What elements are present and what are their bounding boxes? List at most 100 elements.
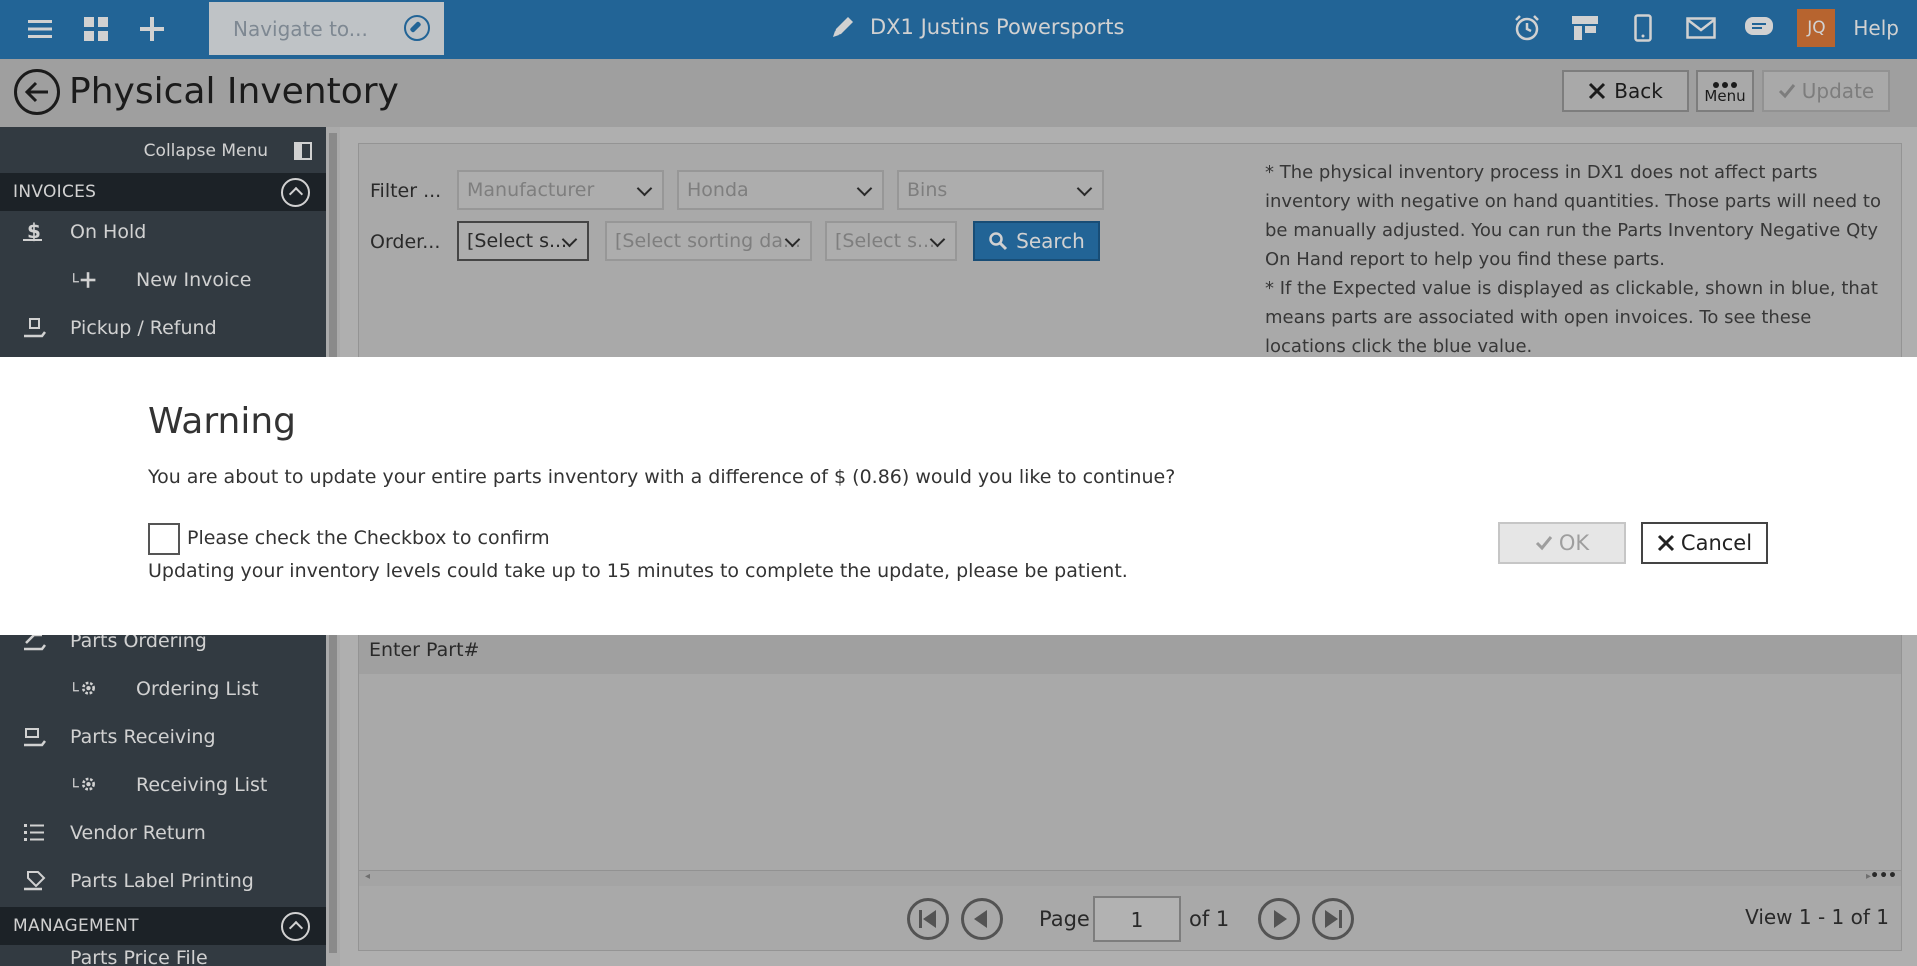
list-icon (24, 824, 44, 841)
page-label: Page (1039, 907, 1090, 931)
sidebar-item-label: On Hold (70, 221, 147, 243)
menu-button[interactable]: Menu (1696, 70, 1754, 112)
sidebar-item-on-hold[interactable]: $ On Hold (0, 212, 326, 252)
collapse-panel-icon (294, 142, 312, 160)
collapse-menu-button[interactable]: Collapse Menu (144, 141, 312, 161)
confirm-checkbox[interactable] (148, 523, 180, 555)
sidebar-item-ordering-list[interactable]: Ordering List (0, 669, 326, 709)
checkmark-icon (1778, 84, 1795, 99)
notice-line-1: * The physical inventory process in DX1 … (1265, 162, 1881, 270)
sidebar-item-label: New Invoice (136, 269, 252, 291)
help-link[interactable]: Help (1853, 16, 1899, 40)
section-invoices[interactable]: INVOICES (0, 173, 326, 211)
scroll-left-icon[interactable]: ◂ (365, 871, 370, 882)
collapse-up-icon[interactable] (281, 178, 310, 207)
dialog-message: You are about to update your entire part… (148, 466, 1176, 488)
page-header: Physical Inventory Back Menu Update (0, 59, 1917, 127)
chat-bubble-icon[interactable] (1739, 8, 1779, 48)
first-page-icon[interactable] (907, 898, 949, 940)
sidebar-item-receiving-list[interactable]: Receiving List (0, 765, 326, 805)
order-select-2-value: [Select sorting da... (615, 230, 802, 252)
top-bar: Navigate to... DX1 Justins Powersports J… (0, 0, 1917, 59)
order-select-1-value: [Select s... (467, 230, 568, 252)
next-page-icon[interactable] (1258, 898, 1300, 940)
search-button[interactable]: Search (973, 221, 1100, 261)
menu-button-label: Menu (1704, 87, 1746, 105)
update-button[interactable]: Update (1762, 70, 1890, 112)
collapse-up-icon[interactable] (281, 912, 310, 941)
sidebar-item-parts-price-file[interactable]: Parts Price File (0, 943, 326, 966)
close-x-icon (1589, 82, 1606, 100)
cancel-button[interactable]: Cancel (1641, 522, 1768, 564)
sidebar-item-label: Parts Receiving (70, 726, 216, 748)
sidebar-item-label: Parts Price File (70, 947, 208, 966)
navigate-placeholder: Navigate to... (233, 16, 368, 41)
search-button-label: Search (1016, 229, 1085, 253)
dollar-hand-icon: $ (23, 220, 42, 243)
warning-dialog: Warning You are about to update your ent… (0, 357, 1917, 635)
store-icon[interactable] (1565, 8, 1605, 48)
brand-select[interactable]: Honda (677, 170, 884, 210)
label-tag-icon (24, 871, 46, 891)
section-invoices-label: INVOICES (13, 182, 97, 202)
manufacturer-select[interactable]: Manufacturer (457, 170, 664, 210)
last-page-icon[interactable] (1312, 898, 1354, 940)
dialog-note: Updating your inventory levels could tak… (148, 560, 1128, 582)
sidebar-item-parts-receiving[interactable]: Parts Receiving (0, 717, 326, 757)
mail-envelope-icon[interactable] (1681, 8, 1721, 48)
user-avatar[interactable]: JQ (1797, 9, 1836, 47)
sidebar-item-label: Ordering List (136, 678, 259, 700)
grid-horizontal-scrollbar[interactable]: ◂ ▸ ••• (359, 868, 1901, 886)
navigate-input[interactable]: Navigate to... (209, 2, 444, 55)
dealer-name: DX1 Justins Powersports (870, 15, 1125, 39)
chevron-down-icon (856, 180, 873, 197)
back-arrow-icon[interactable] (14, 69, 60, 115)
mobile-phone-icon[interactable] (1623, 8, 1663, 48)
add-plus-icon[interactable] (132, 9, 172, 49)
order-label: Order... (370, 231, 441, 253)
back-button[interactable]: Back (1562, 70, 1689, 112)
update-button-label: Update (1801, 79, 1875, 103)
sidebar-item-pickup-refund[interactable]: Pickup / Refund (0, 308, 326, 348)
collapse-menu-label: Collapse Menu (143, 141, 268, 161)
page-title: Physical Inventory (69, 71, 399, 112)
sidebar-item-new-invoice[interactable]: New Invoice (0, 260, 326, 300)
compass-icon[interactable] (404, 15, 430, 41)
plus-icon (73, 272, 96, 288)
ok-button-label: OK (1558, 531, 1590, 555)
notice-line-2: * If the Expected value is displayed as … (1265, 278, 1878, 357)
enter-part-label: Enter Part# (369, 639, 480, 661)
bins-select-value: Bins (907, 179, 948, 201)
bins-select[interactable]: Bins (897, 170, 1104, 210)
chevron-down-icon (636, 180, 653, 197)
pencil-edit-icon (833, 17, 853, 37)
top-bar-right-tools: JQ Help (1507, 8, 1899, 48)
more-options-icon[interactable]: ••• (1870, 868, 1897, 884)
dashboard-grid-icon[interactable] (76, 9, 116, 49)
section-management-label: MANAGEMENT (13, 916, 139, 936)
sidebar-item-label: Pickup / Refund (70, 317, 217, 339)
section-management[interactable]: MANAGEMENT (0, 907, 326, 945)
page-count-label: of 1 (1189, 907, 1230, 931)
alarm-clock-icon[interactable] (1507, 8, 1547, 48)
ok-button[interactable]: OK (1498, 522, 1626, 564)
sidebar-item-parts-label-printing[interactable]: Parts Label Printing (0, 861, 326, 901)
back-button-label: Back (1614, 79, 1663, 103)
gear-icon (73, 777, 95, 791)
cancel-button-label: Cancel (1680, 531, 1753, 555)
view-range-label: View 1 - 1 of 1 (1745, 905, 1889, 929)
inventory-notice: * The physical inventory process in DX1 … (1265, 158, 1895, 361)
confirm-checkbox-label[interactable]: Please check the Checkbox to confirm (187, 527, 550, 549)
order-select-2[interactable]: [Select sorting da... (605, 221, 812, 261)
top-bar-left-tools (20, 9, 172, 49)
order-select-1[interactable]: [Select s... (457, 221, 589, 261)
page-number-input[interactable]: 1 (1093, 896, 1181, 942)
order-select-3-value: [Select s... (835, 230, 936, 252)
parts-receiving-icon (24, 728, 46, 747)
hamburger-menu-icon[interactable] (20, 9, 60, 49)
sidebar-item-vendor-return[interactable]: Vendor Return (0, 813, 326, 853)
dealer-title[interactable]: DX1 Justins Powersports (830, 14, 1124, 40)
previous-page-icon[interactable] (961, 898, 1003, 940)
order-select-3[interactable]: [Select s... (825, 221, 957, 261)
pickup-hand-icon (24, 318, 46, 338)
